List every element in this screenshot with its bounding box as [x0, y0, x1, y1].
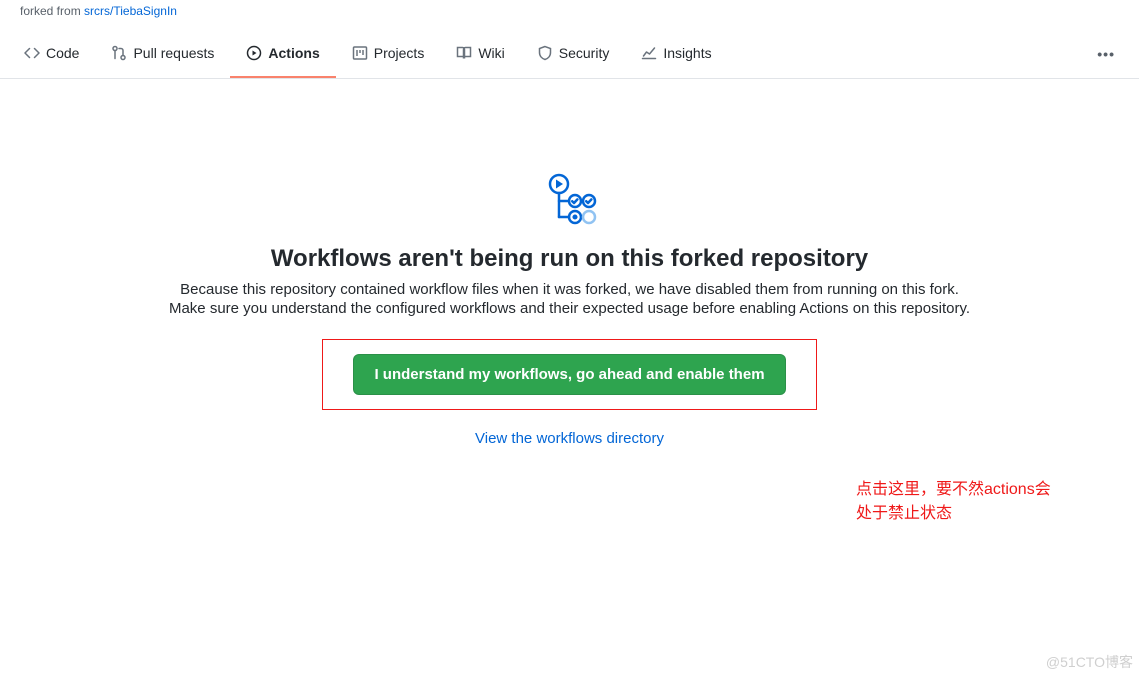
watermark: @51CTO博客 — [1046, 652, 1133, 672]
tab-actions-label: Actions — [268, 42, 319, 64]
view-workflows-link[interactable]: View the workflows directory — [32, 430, 1107, 447]
repo-nav-tabs: Code Pull requests Actions Projects Wiki… — [8, 34, 728, 78]
tab-code-label: Code — [46, 42, 79, 64]
tab-security-label: Security — [559, 42, 610, 64]
blankslate-desc-2: Make sure you understand the configured … — [32, 300, 1107, 317]
annotation-line2: 处于禁止状态 — [856, 502, 1096, 526]
tab-wiki[interactable]: Wiki — [440, 34, 520, 78]
fork-info: forked from srcrs/TiebaSignIn — [20, 4, 1123, 18]
graph-icon — [641, 45, 657, 61]
tab-insights[interactable]: Insights — [625, 34, 727, 78]
blankslate-desc-1: Because this repository contained workfl… — [32, 281, 1107, 298]
repo-nav: Code Pull requests Actions Projects Wiki… — [0, 34, 1139, 79]
project-icon — [352, 45, 368, 61]
tab-security[interactable]: Security — [521, 34, 626, 78]
blankslate: Workflows aren't being run on this forke… — [0, 79, 1139, 447]
git-pull-request-icon — [111, 45, 127, 61]
tab-projects-label: Projects — [374, 42, 425, 64]
tab-projects[interactable]: Projects — [336, 34, 441, 78]
repo-head: forked from srcrs/TiebaSignIn — [0, 4, 1139, 18]
fork-prefix: forked from — [20, 4, 84, 18]
enable-workflows-button[interactable]: I understand my workflows, go ahead and … — [353, 354, 785, 395]
tab-pull-requests[interactable]: Pull requests — [95, 34, 230, 78]
workflow-graphic-icon — [541, 171, 599, 229]
tab-actions[interactable]: Actions — [230, 34, 335, 78]
tab-code[interactable]: Code — [8, 34, 95, 78]
fork-source-link[interactable]: srcrs/TiebaSignIn — [84, 4, 177, 18]
annotation: 点击这里，要不然actions会 处于禁止状态 — [856, 478, 1096, 526]
code-icon — [24, 45, 40, 61]
shield-icon — [537, 45, 553, 61]
book-icon — [456, 45, 472, 61]
play-icon — [246, 45, 262, 61]
annotation-line1: 点击这里，要不然actions会 — [856, 478, 1096, 502]
tab-pulls-label: Pull requests — [133, 42, 214, 64]
tab-wiki-label: Wiki — [478, 42, 504, 64]
blankslate-title: Workflows aren't being run on this forke… — [32, 245, 1107, 273]
more-menu[interactable]: ••• — [1081, 38, 1131, 74]
enable-box: I understand my workflows, go ahead and … — [322, 339, 816, 410]
tab-insights-label: Insights — [663, 42, 711, 64]
